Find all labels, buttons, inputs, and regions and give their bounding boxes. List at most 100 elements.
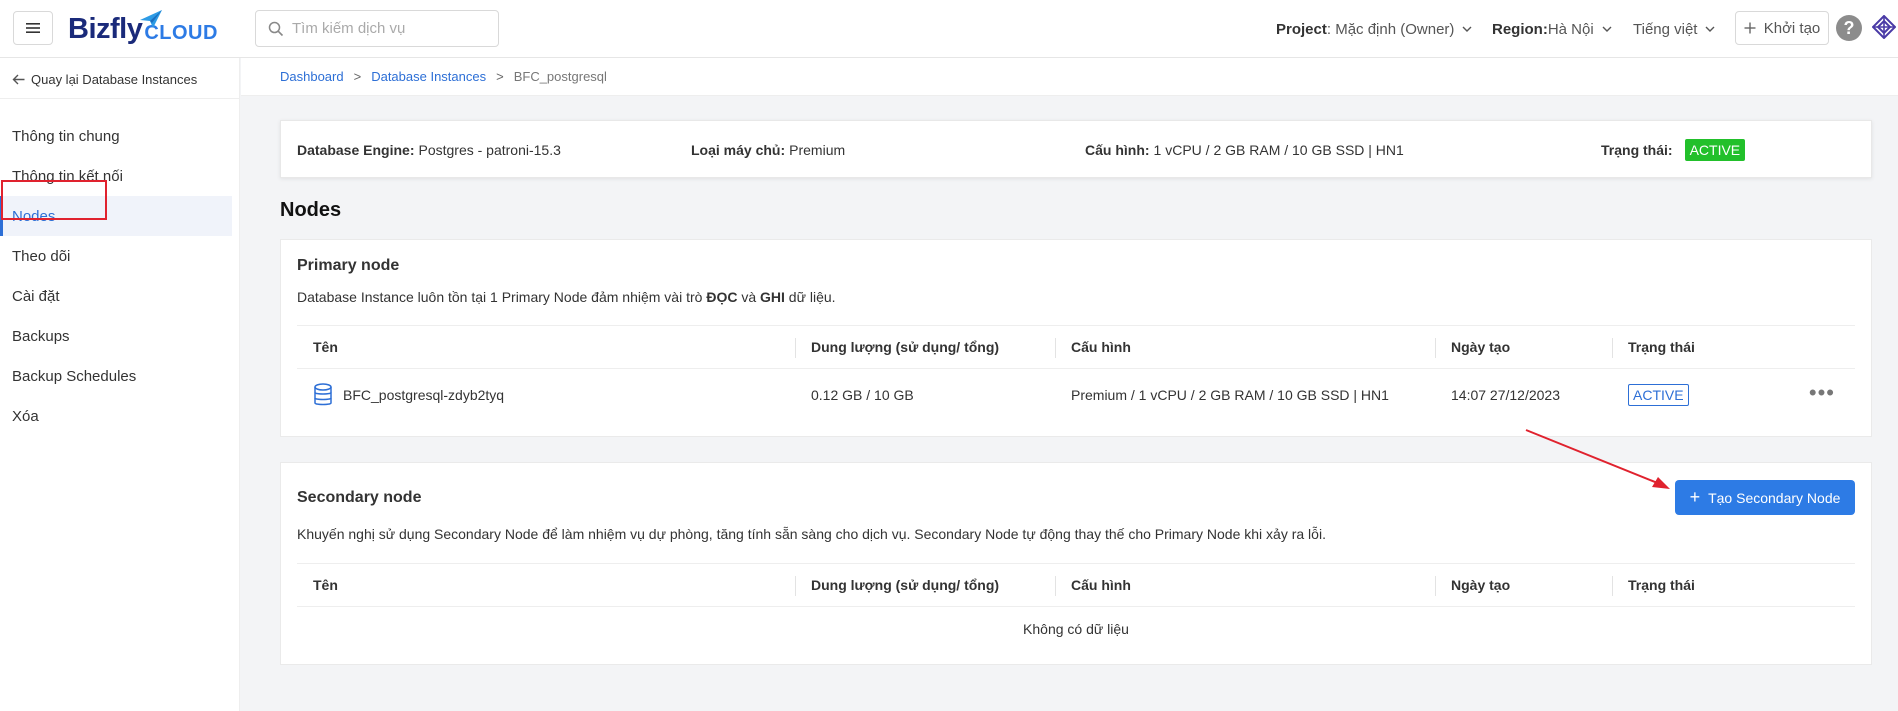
apps-icon[interactable]	[1872, 15, 1896, 39]
sidebar-item-label: Backups	[12, 327, 70, 345]
database-icon	[314, 383, 332, 406]
sidebar-item-monitoring[interactable]: Theo dõi	[0, 236, 232, 276]
engine-value: Postgres - patroni-15.3	[418, 142, 561, 158]
sidebar-item-delete[interactable]: Xóa	[0, 396, 232, 436]
search-box[interactable]	[255, 10, 499, 47]
back-label: Quay lại Database Instances	[31, 71, 198, 87]
column-header-created: Ngày tạo	[1451, 339, 1511, 355]
sidebar-item-nodes[interactable]: Nodes	[0, 196, 232, 236]
arrow-left-icon	[12, 74, 25, 84]
project-selector[interactable]: Project: Mặc định (Owner)	[1276, 0, 1472, 58]
column-header-status: Trạng thái	[1628, 577, 1695, 593]
desc-bold-read: ĐỌC	[706, 289, 738, 305]
node-config: Premium / 1 vCPU / 2 GB RAM / 10 GB SSD …	[1071, 387, 1389, 403]
column-header-created: Ngày tạo	[1451, 577, 1511, 593]
primary-table-header: Tên Dung lượng (sử dụng/ tổng) Cấu hình …	[297, 325, 1855, 369]
sidebar-item-label: Cài đặt	[12, 287, 60, 305]
create-secondary-node-label: Tạo Secondary Node	[1708, 489, 1841, 506]
breadcrumb-current: BFC_postgresql	[513, 69, 607, 84]
secondary-node-title: Secondary node	[297, 489, 422, 506]
instance-info-card: Database Engine: Postgres - patroni-15.3 …	[280, 120, 1872, 178]
sidebar-item-label: Xóa	[12, 407, 39, 425]
language-selector[interactable]: Tiếng việt	[1633, 0, 1715, 58]
region-selector[interactable]: Region: Hà Nội	[1492, 0, 1612, 58]
more-actions-icon[interactable]: •••	[1809, 382, 1835, 404]
region-value: Hà Nội	[1547, 20, 1594, 38]
back-link[interactable]: Quay lại Database Instances	[12, 68, 197, 90]
page-title: Nodes	[280, 199, 342, 221]
search-input[interactable]	[292, 20, 492, 37]
node-storage: 0.12 GB / 10 GB	[811, 387, 914, 403]
desc-bold-write: GHI	[760, 289, 785, 305]
plus-icon: +	[1689, 487, 1701, 507]
search-icon	[268, 21, 284, 36]
breadcrumb-separator: >	[496, 69, 504, 84]
table-row[interactable]: BFC_postgresql-zdyb2tyq 0.12 GB / 10 GB …	[297, 369, 1855, 421]
menu-button[interactable]	[13, 11, 53, 45]
node-name[interactable]: BFC_postgresql-zdyb2tyq	[343, 387, 504, 403]
sidebar-divider	[0, 98, 240, 99]
node-status-cell: ACTIVE	[1612, 369, 1689, 421]
plus-icon	[1744, 22, 1756, 34]
empty-state: Không có dữ liệu	[1023, 621, 1129, 637]
secondary-node-description: Khuyến nghị sử dụng Secondary Node để là…	[297, 526, 1326, 542]
desc-text: và	[737, 289, 761, 305]
breadcrumb-dashboard[interactable]: Dashboard	[280, 69, 344, 84]
sidebar-item-label: Thông tin kết nối	[12, 167, 123, 185]
status-badge: ACTIVE	[1628, 384, 1689, 406]
config-value: 1 vCPU / 2 GB RAM / 10 GB SSD | HN1	[1153, 142, 1404, 158]
config-field: Cấu hình: 1 vCPU / 2 GB RAM / 10 GB SSD |…	[1085, 121, 1404, 179]
sidebar-item-backup-schedules[interactable]: Backup Schedules	[0, 356, 232, 396]
status-field: Trạng thái: ACTIVE	[1601, 121, 1746, 179]
breadcrumb-database-instances[interactable]: Database Instances	[371, 69, 486, 84]
logo-text-main: Bizfly	[68, 13, 143, 45]
create-label: Khởi tạo	[1763, 19, 1821, 37]
project-value: : Mặc định (Owner)	[1326, 20, 1455, 38]
column-header-storage: Dung lượng (sử dụng/ tổng)	[811, 339, 1000, 355]
column-header-name: Tên	[313, 339, 338, 355]
node-created: 14:07 27/12/2023	[1451, 387, 1560, 403]
engine-label: Database Engine:	[297, 142, 415, 158]
column-header-name: Tên	[313, 577, 338, 593]
primary-node-description: Database Instance luôn tồn tại 1 Primary…	[297, 289, 836, 305]
column-header-storage: Dung lượng (sử dụng/ tổng)	[811, 577, 1000, 593]
sidebar-item-general[interactable]: Thông tin chung	[0, 116, 232, 156]
sidebar-item-backups[interactable]: Backups	[0, 316, 232, 356]
hamburger-icon	[26, 23, 40, 33]
desc-text: dữ liệu.	[784, 289, 836, 305]
sidebar-item-label: Backup Schedules	[12, 367, 137, 385]
sidebar-item-settings[interactable]: Cài đặt	[0, 276, 232, 316]
column-header-config: Cấu hình	[1071, 339, 1131, 355]
sidebar-item-label: Nodes	[12, 207, 56, 225]
status-badge: ACTIVE	[1684, 139, 1746, 161]
annotation-arrow	[1525, 429, 1670, 489]
status-label: Trạng thái:	[1601, 142, 1673, 158]
breadcrumb: Dashboard > Database Instances > BFC_pos…	[241, 58, 1898, 96]
server-type-value: Premium	[789, 142, 846, 158]
region-label: Region:	[1492, 20, 1548, 38]
create-secondary-node-button[interactable]: + Tạo Secondary Node	[1675, 480, 1855, 515]
server-type-field: Loại máy chủ: Premium	[691, 121, 845, 179]
column-header-status: Trạng thái	[1628, 339, 1695, 355]
top-header: Bizfly CLOUD Project: Mặc định (Owner) R…	[0, 0, 1898, 58]
config-label: Cấu hình:	[1085, 142, 1150, 158]
primary-node-card: Primary node Database Instance luôn tồn …	[280, 239, 1872, 437]
paper-plane-icon	[140, 10, 162, 28]
language-value: Tiếng việt	[1633, 20, 1698, 38]
node-name-cell: BFC_postgresql-zdyb2tyq	[297, 369, 504, 421]
server-type-label: Loại máy chủ:	[691, 142, 786, 158]
chevron-down-icon	[1705, 26, 1715, 32]
help-icon[interactable]: ?	[1836, 15, 1862, 41]
column-header-config: Cấu hình	[1071, 577, 1131, 593]
chevron-down-icon	[1602, 26, 1612, 32]
engine-field: Database Engine: Postgres - patroni-15.3	[297, 121, 561, 179]
bizfly-logo[interactable]: Bizfly CLOUD	[68, 10, 218, 48]
sidebar-item-label: Thông tin chung	[12, 127, 120, 145]
sidebar-item-connection[interactable]: Thông tin kết nối	[0, 156, 232, 196]
chevron-down-icon	[1462, 26, 1472, 32]
create-button[interactable]: Khởi tạo	[1735, 11, 1829, 45]
sidebar-item-label: Theo dõi	[12, 247, 71, 265]
sidebar: Quay lại Database Instances Thông tin ch…	[0, 58, 240, 711]
primary-node-title: Primary node	[297, 257, 400, 274]
project-label: Project	[1276, 20, 1327, 38]
